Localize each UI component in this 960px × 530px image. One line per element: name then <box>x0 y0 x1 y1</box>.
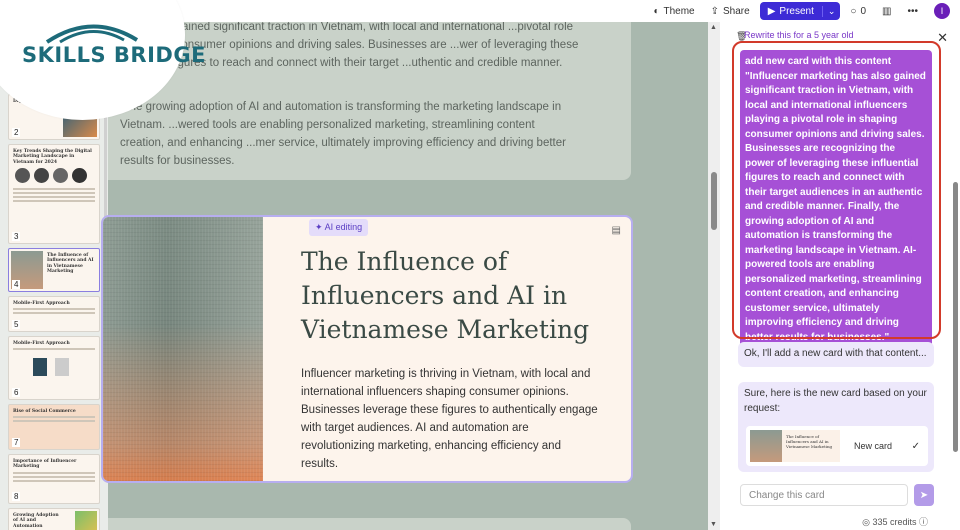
chart-icon: ▥ <box>882 5 892 17</box>
thumb-number: 2 <box>12 128 21 137</box>
thumb-title: The Influence of Influencers and AI in V… <box>47 253 94 275</box>
suggestion-link[interactable]: Rewrite this for a 5 year old <box>744 30 854 40</box>
scroll-down-icon[interactable]: ▼ <box>710 521 717 528</box>
thumb-number: 7 <box>12 438 21 447</box>
comments-count: 0 <box>860 5 867 17</box>
card-image <box>103 217 263 481</box>
thumb-number: 6 <box>12 388 21 397</box>
portrait-image <box>15 168 30 184</box>
more-icon: ••• <box>907 5 918 17</box>
present-dropdown-icon[interactable]: ⌄ <box>821 5 841 17</box>
thumb-title: Importance of Influencer Marketing <box>13 459 77 470</box>
previous-card-paragraph-2: ...he growing adoption of AI and automat… <box>120 101 566 167</box>
user-message: add new card with this content "Influenc… <box>740 50 932 350</box>
play-icon: ▶ <box>767 5 776 17</box>
portrait-image <box>53 168 68 184</box>
slide-thumbnail-4[interactable]: The Influence of Influencers and AI in V… <box>8 248 100 292</box>
theme-label: Theme <box>663 5 695 17</box>
card-title[interactable]: The Influence of Influencers and AI in V… <box>301 245 601 347</box>
next-card[interactable] <box>101 518 631 530</box>
canvas-scrollbar[interactable]: ▲ ▼ <box>708 22 720 530</box>
send-icon: ➤ <box>919 489 929 501</box>
slide-thumbnail-5[interactable]: Mobile-First Approach 5 <box>8 296 100 332</box>
new-card-thumbnail: The Influence of Influencers and AI in V… <box>750 430 840 462</box>
canvas-scroll-thumb[interactable] <box>711 172 717 230</box>
chat-input[interactable]: Change this card <box>740 484 908 506</box>
logo: SKILLS BRIDGE <box>22 43 206 67</box>
present-button[interactable]: ▶ Present ⌄ <box>759 2 841 20</box>
portrait-image <box>34 168 49 184</box>
info-icon[interactable]: ⓘ <box>919 517 928 527</box>
send-button[interactable]: ➤ <box>914 484 934 506</box>
share-button[interactable]: ⇪ Share <box>705 4 756 19</box>
thumb-title: Growing Adoption of AI and Automation <box>13 513 59 529</box>
scroll-up-icon[interactable]: ▲ <box>710 24 717 31</box>
thumb-image <box>55 358 69 377</box>
credits-display: ◎ 335 credits ⓘ <box>862 515 928 528</box>
comments-button[interactable]: ○ 0 <box>844 4 872 19</box>
theme-button[interactable]: ◐ Theme <box>647 4 700 19</box>
sparkle-icon: ✦ <box>315 222 323 232</box>
thumb-title: Key Trends Shaping the Digital Marketing… <box>13 149 92 165</box>
new-card-thumbnail-title: The Influence of Influencers and AI in V… <box>786 434 833 449</box>
credits-text: 335 credits <box>872 517 917 527</box>
logo-arc-icon <box>45 24 139 44</box>
ai-chat-panel: 🗑 Rewrite this for a 5 year old ✕ add ne… <box>720 22 960 530</box>
active-card[interactable]: ✦ AI editing ▤ The Influence of Influenc… <box>101 215 633 483</box>
slide-thumbnail-3[interactable]: Key Trends Shaping the Digital Marketing… <box>8 144 100 244</box>
present-label: Present <box>779 5 814 17</box>
slide-thumbnail-8[interactable]: Importance of Influencer Marketing 8 <box>8 454 100 504</box>
new-card-thumbnail-image <box>750 430 782 462</box>
ai-editing-badge: ✦ AI editing <box>309 219 369 236</box>
thumb-title: Rise of Social Commerce <box>13 409 76 414</box>
share-label: Share <box>723 5 750 17</box>
more-button[interactable]: ••• <box>901 4 924 19</box>
phone-image <box>33 358 47 377</box>
thumb-number: 3 <box>12 232 21 241</box>
thumb-number: 4 <box>12 280 21 289</box>
check-icon: ✓ <box>911 440 920 452</box>
slide-thumbnail-9[interactable]: Growing Adoption of AI and Automation <box>8 508 100 530</box>
avatar[interactable]: I <box>934 3 950 19</box>
analytics-button[interactable]: ▥ <box>876 4 897 19</box>
slide-thumbnail-6[interactable]: Mobile-First Approach 6 <box>8 336 100 400</box>
credits-icon: ◎ <box>862 517 870 527</box>
assistant-message-1: Ok, I'll add a new card with that conten… <box>738 342 934 367</box>
comment-icon: ○ <box>850 5 857 17</box>
new-card-label: New card <box>854 441 893 451</box>
ai-badge-label: AI editing <box>324 222 363 232</box>
chat-scrollbar[interactable] <box>953 182 958 452</box>
share-icon: ⇪ <box>710 5 720 17</box>
slide-thumbnail-7[interactable]: Rise of Social Commerce 7 <box>8 404 100 450</box>
thumb-number: 5 <box>12 320 21 329</box>
card-body[interactable]: Influencer marketing is thriving in Viet… <box>301 365 601 473</box>
thumb-number: 8 <box>12 492 21 501</box>
assistant-message-2-text: Sure, here is the new card based on your… <box>744 388 927 414</box>
palette-icon: ◐ <box>653 5 660 17</box>
thumb-title: Mobile-First Approach <box>13 301 70 306</box>
thumb-title: Mobile-First Approach <box>13 341 70 346</box>
new-card-preview[interactable]: The Influence of Influencers and AI in V… <box>746 426 928 466</box>
thumb-image <box>75 511 97 530</box>
card-notes-icon[interactable]: ▤ <box>612 225 621 236</box>
portrait-image <box>72 168 87 184</box>
close-icon[interactable]: ✕ <box>937 30 948 46</box>
